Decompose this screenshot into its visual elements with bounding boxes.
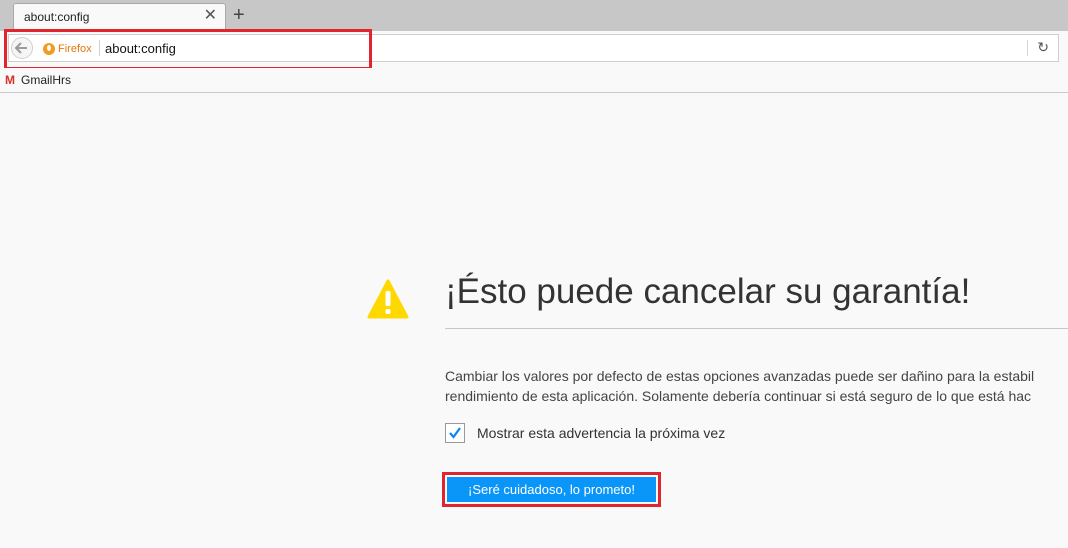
bookmarks-toolbar: M GmailHrs xyxy=(0,68,1068,93)
tab-title: about:config xyxy=(24,10,90,24)
warning-icon xyxy=(367,279,409,319)
description-line: rendimiento de esta aplicación. Solament… xyxy=(445,388,1032,404)
description-line: Cambiar los valores por defecto de estas… xyxy=(445,368,1035,384)
new-tab-button[interactable]: + xyxy=(233,4,245,26)
show-warning-option[interactable]: Mostrar esta advertencia la próxima vez xyxy=(445,423,725,443)
warning-description: Cambiar los valores por defecto de estas… xyxy=(445,366,1068,406)
title-divider xyxy=(445,328,1068,329)
reload-icon[interactable]: ↻ xyxy=(1037,39,1049,56)
gmail-icon: M xyxy=(5,73,15,87)
checkmark-icon xyxy=(449,427,461,439)
tab-strip: about:config ✕ + xyxy=(0,0,1068,31)
accept-risk-button[interactable]: ¡Seré cuidadoso, lo prometo! xyxy=(447,477,656,502)
bookmark-label: GmailHrs xyxy=(21,73,71,87)
close-icon[interactable]: ✕ xyxy=(204,8,217,24)
bookmark-gmailhrs[interactable]: M GmailHrs xyxy=(5,73,71,87)
show-warning-checkbox[interactable] xyxy=(445,423,465,443)
page-title: ¡Ésto puede cancelar su garantía! xyxy=(445,272,971,311)
checkbox-label[interactable]: Mostrar esta advertencia la próxima vez xyxy=(477,425,725,441)
divider xyxy=(1027,40,1028,56)
tab-about-config[interactable]: about:config ✕ xyxy=(13,3,226,31)
url-highlight-box xyxy=(4,29,372,70)
